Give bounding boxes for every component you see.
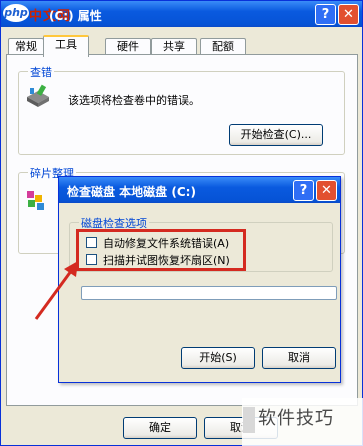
tab-hardware[interactable]: 硬件 [105,38,151,55]
red-arrow-icon [34,261,78,320]
dialog-close-button[interactable]: ✕ [316,180,337,201]
watermark-mark-icon [243,407,255,433]
properties-title: (C:) 属性 [49,9,102,23]
disk-check-icon [27,84,49,107]
progress-bar [81,286,337,300]
dialog-help-button[interactable]: ? [293,180,314,201]
tab-tools[interactable]: 工具 [43,35,89,57]
php-logo: php [3,4,29,22]
defrag-icon [27,191,44,210]
dialog-cancel-button[interactable]: 取消 [262,347,336,369]
tab-quota[interactable]: 配额 [200,38,246,55]
close-button[interactable]: ✕ [338,4,359,25]
check-disk-dialog: 检查磁盘 本地磁盘 (C:) ? ✕ 磁盘检查选项 自动修复文件系统错误(A) … [58,176,341,383]
help-button[interactable]: ? [315,4,336,25]
start-check-button[interactable]: 开始检查(C)... [229,124,323,146]
highlight-box [76,229,246,271]
check-disk-titlebar[interactable]: 检查磁盘 本地磁盘 (C:) ? ✕ [59,177,340,203]
tab-general[interactable]: 常规 [8,38,44,55]
watermark-text: 软件技巧 [258,408,334,429]
start-button[interactable]: 开始(S) [181,347,255,369]
error-check-description: 该选项将检查卷中的错误。 [68,94,200,107]
ok-button[interactable]: 确定 [123,417,197,439]
tab-sharing[interactable]: 共享 [151,38,197,55]
error-check-group-title: 查错 [28,64,54,80]
properties-titlebar[interactable]: php 中文网 (C:) 属性 ? ✕ [1,1,362,27]
check-disk-title: 检查磁盘 本地磁盘 (C:) [67,185,196,199]
